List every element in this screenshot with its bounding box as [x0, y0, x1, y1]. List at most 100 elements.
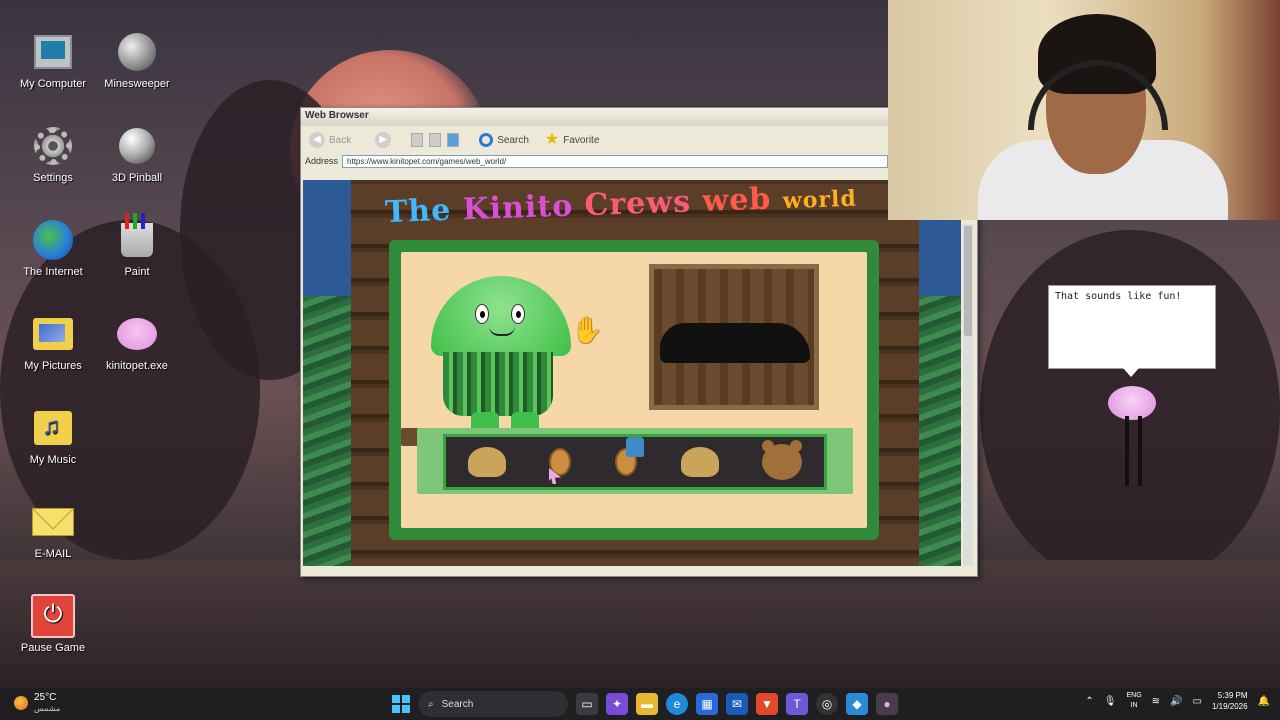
address-input[interactable]: https://www.kinitopet.com/games/web_worl…: [342, 154, 889, 168]
item-slots: [443, 434, 827, 490]
kinito-leg: [1138, 416, 1142, 486]
page-icon[interactable]: [411, 133, 424, 147]
store-icon[interactable]: ▦: [696, 693, 718, 715]
bread-item[interactable]: [467, 447, 506, 477]
browser-window[interactable]: Web Browser ◀ Back ▶ Search ★ Favorite A…: [300, 107, 978, 577]
outlook-icon[interactable]: ✉: [726, 693, 748, 715]
music-folder-icon: [31, 406, 75, 450]
desktop-icon-label: My Pictures: [24, 360, 82, 372]
desktop-icon-settings[interactable]: Settings: [8, 124, 98, 184]
clock-date: 1/19/2026: [1211, 702, 1248, 711]
wifi-icon[interactable]: ≋: [1152, 696, 1160, 707]
item-tray: [417, 428, 853, 494]
notification-icon[interactable]: 🔔: [1258, 696, 1270, 707]
clock[interactable]: 5:39 PM 1/19/2026: [1212, 690, 1248, 712]
boot-item[interactable]: [626, 437, 644, 457]
task-view-icon[interactable]: ▭: [576, 693, 598, 715]
desktop-icon-my-pictures[interactable]: My Pictures: [8, 312, 98, 372]
site-title-crews: Crews: [583, 184, 692, 224]
search-icon: ⌕: [428, 698, 434, 710]
file-explorer-icon[interactable]: ▬: [636, 693, 658, 715]
power-icon: ⏻: [31, 594, 75, 638]
gear-icon: [31, 124, 75, 168]
mine-icon: [115, 30, 159, 74]
desktop-icon-the-internet[interactable]: The Internet: [8, 218, 98, 278]
web-page-viewport[interactable]: The Kinito Crews web world ✋: [303, 180, 961, 566]
bread-item[interactable]: [680, 447, 719, 477]
obs-icon[interactable]: ◎: [816, 693, 838, 715]
star-icon: ★: [544, 131, 560, 148]
desktop-icon-minesweeper[interactable]: Minesweeper: [92, 30, 182, 90]
kinito-taskbar-icon[interactable]: ●: [876, 693, 898, 715]
browser-toolbar: ◀ Back ▶ Search ★ Favorite: [301, 126, 977, 154]
pinball-icon: [115, 124, 159, 168]
desktop-icon-label: My Computer: [19, 78, 87, 90]
desktop-icon-my-computer[interactable]: My Computer: [8, 30, 98, 90]
site-title-web: web: [701, 181, 772, 219]
paint-icon: [115, 213, 159, 262]
weather-temperature: 25°C: [34, 692, 57, 703]
bush-decoration: [303, 296, 351, 566]
forward-button[interactable]: ▶: [375, 132, 392, 148]
language-indicator[interactable]: ENG IN: [1126, 691, 1141, 711]
teams-icon[interactable]: T: [786, 693, 808, 715]
windows-start-icon[interactable]: [392, 695, 410, 713]
copilot-icon[interactable]: ✦: [606, 693, 628, 715]
taskbar-search[interactable]: ⌕ Search: [418, 691, 568, 717]
desktop-icon-email[interactable]: E-MAIL: [8, 500, 98, 560]
battery-icon[interactable]: ▭: [1193, 696, 1202, 707]
desktop-icon-label: Settings: [33, 172, 73, 184]
language-code: ENG: [1126, 692, 1142, 699]
back-button[interactable]: ◀ Back: [309, 132, 351, 148]
favorite-label: Favorite: [563, 134, 600, 146]
edge-icon[interactable]: e: [666, 693, 688, 715]
search-icon: [479, 133, 494, 147]
jellyfish-character[interactable]: [431, 276, 571, 356]
app-icon[interactable]: ◆: [846, 693, 868, 715]
home-icon[interactable]: [447, 133, 460, 147]
ground-background: [0, 560, 1280, 690]
kinito-icon: [115, 312, 159, 356]
window-title[interactable]: Web Browser: [301, 108, 977, 126]
desktop-icon-kinitopet[interactable]: kinitopet.exe: [92, 312, 182, 372]
kinito-speech-bubble: That sounds like fun!: [1048, 285, 1216, 377]
refresh-icon[interactable]: [429, 133, 442, 147]
desktop-icon-pause-game[interactable]: ⏻ Pause Game: [8, 594, 98, 654]
eye-icon: [511, 304, 525, 324]
taskbar-apps: ⌕ Search ▭ ✦ ▬ e ▦ ✉ ▼ T ◎ ◆ ●: [392, 691, 898, 717]
glove-icon[interactable]: ✋: [571, 316, 603, 346]
desktop-icon-label: E-MAIL: [34, 548, 72, 560]
webcam-overlay: [888, 0, 1280, 220]
desktop-icon-3d-pinball[interactable]: 3D Pinball: [92, 124, 182, 184]
mouth-icon: [489, 326, 515, 336]
site-title-world: world: [782, 185, 858, 215]
forward-arrow-icon: ▶: [375, 132, 392, 148]
game-area: ✋: [401, 252, 867, 528]
game-panel: ✋: [389, 240, 879, 540]
sun-icon: [14, 696, 28, 710]
mail-icon: [31, 500, 75, 544]
microphone-icon[interactable]: 🎙: [1104, 696, 1117, 707]
language-region: IN: [1130, 702, 1138, 709]
car-silhouette-box[interactable]: [649, 264, 819, 410]
scrollbar-thumb[interactable]: [964, 226, 972, 336]
brave-icon[interactable]: ▼: [756, 693, 778, 715]
kinito-character[interactable]: [1108, 386, 1156, 420]
favorite-button[interactable]: ★ Favorite: [544, 131, 600, 148]
desktop-icon-label: My Music: [29, 454, 77, 466]
desktop-icon-my-music[interactable]: My Music: [8, 406, 98, 466]
site-title-the: The: [384, 192, 452, 231]
clock-time: 5:39 PM: [1217, 691, 1248, 700]
search-button[interactable]: Search: [479, 133, 529, 147]
chevron-up-icon[interactable]: ⌃: [1085, 696, 1093, 707]
desktop-icon-label: kinitopet.exe: [106, 360, 168, 372]
volume-icon[interactable]: 🔊: [1170, 696, 1182, 707]
weather-widget[interactable]: 25°C مشمس: [14, 692, 60, 714]
system-tray: ⌃ 🎙 ENG IN ≋ 🔊 ▭ 5:39 PM 1/19/2026 🔔: [1085, 690, 1270, 712]
desktop-icon-paint[interactable]: Paint: [92, 213, 182, 278]
bear-item[interactable]: [762, 440, 803, 480]
address-bar: Address https://www.kinitopet.com/games/…: [301, 154, 977, 168]
desktop-icon-label: Minesweeper: [104, 78, 170, 90]
scrollbar[interactable]: [963, 224, 973, 566]
taskbar: 25°C مشمس ⌕ Search ▭ ✦ ▬ e ▦ ✉ ▼ T ◎ ◆ ●…: [0, 688, 1280, 720]
